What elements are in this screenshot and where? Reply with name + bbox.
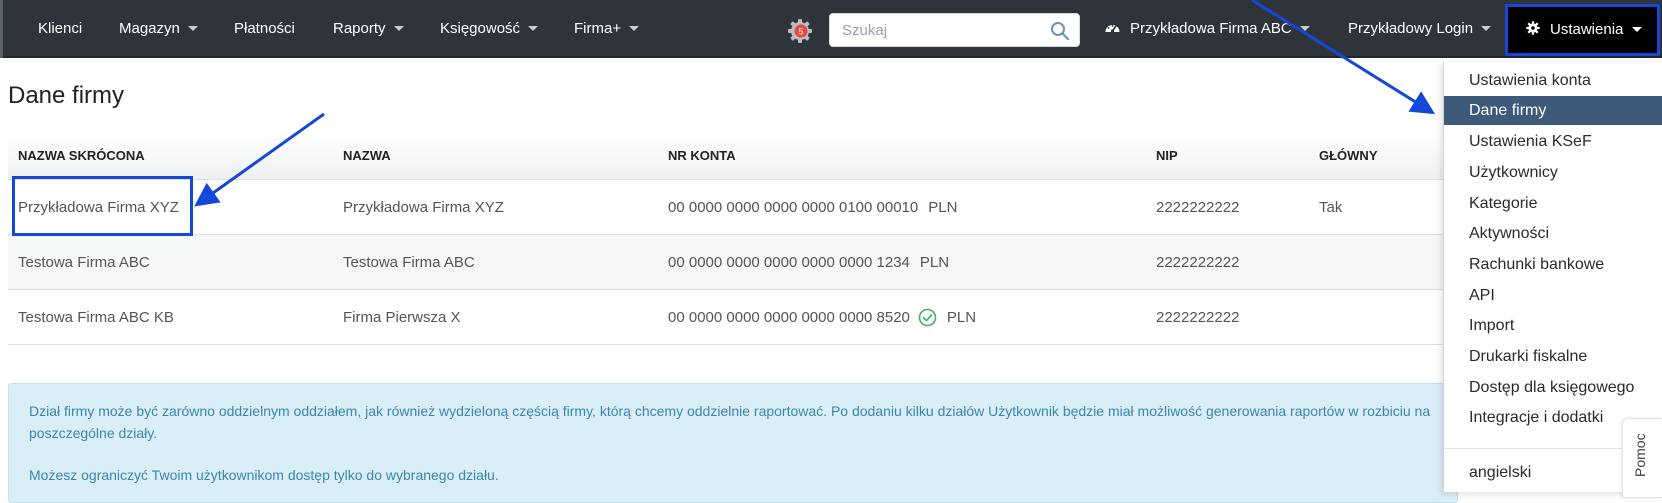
company-label: Przykładowa Firma ABC	[1130, 20, 1292, 37]
menu-item-categories[interactable]: Kategorie	[1444, 189, 1662, 218]
table-header: NAZWA SKRÓCONA NAZWA NR KONTA NIP GŁÓWNY	[8, 132, 1448, 180]
notification-count: 5	[798, 27, 803, 37]
column-header-short-name: NAZWA SKRÓCONA	[18, 148, 145, 163]
chevron-down-icon	[1632, 26, 1643, 32]
nav-item-raporty[interactable]: Raporty	[333, 0, 404, 58]
annotation-highlight-box	[12, 176, 193, 236]
menu-item-users[interactable]: Użytkownicy	[1444, 158, 1662, 187]
cell-nip: 2222222222	[1156, 199, 1240, 216]
notification-gear-icon: 5	[788, 19, 812, 43]
account-number: 00 0000 0000 0000 0000 0100 00010	[668, 199, 919, 216]
cell-short-name: Testowa Firma ABC KB	[18, 309, 174, 326]
cell-name: Testowa Firma ABC	[343, 254, 475, 271]
company-table: NAZWA SKRÓCONA NAZWA NR KONTA NIP GŁÓWNY…	[8, 132, 1448, 345]
company-switcher[interactable]: Przykładowa Firma ABC	[1104, 0, 1310, 58]
menu-item-activities[interactable]: Aktywności	[1444, 219, 1662, 248]
table-row[interactable]: Przykładowa Firma XYZ Przykładowa Firma …	[8, 180, 1448, 235]
currency: PLN	[928, 199, 958, 216]
nav-item-klienci[interactable]: Klienci	[38, 0, 82, 58]
cell-account: 00 0000 0000 0000 0000 0000 8520 PLN	[668, 290, 976, 345]
table-row[interactable]: Testowa Firma ABC Testowa Firma ABC 00 0…	[8, 235, 1448, 290]
cell-short-name: Testowa Firma ABC	[18, 254, 150, 271]
settings-button[interactable]: Ustawienia	[1505, 4, 1660, 56]
cell-name: Przykładowa Firma XYZ	[343, 199, 504, 216]
page-title: Dane firmy	[8, 82, 125, 109]
chevron-down-icon	[629, 25, 640, 31]
account-number: 00 0000 0000 0000 0000 0000 1234	[668, 254, 910, 271]
verified-check-icon	[918, 308, 937, 326]
info-paragraph: Dział firmy może być zarówno oddzielnym …	[29, 403, 1431, 441]
nav-item-label: Płatności	[234, 20, 295, 37]
info-alert: Dział firmy może być zarówno oddzielnym …	[8, 383, 1458, 503]
help-tab-label: Pomoc	[1632, 433, 1648, 477]
search-input[interactable]	[830, 14, 1040, 46]
cell-main: Tak	[1319, 199, 1343, 216]
help-tab[interactable]: Pomoc	[1622, 418, 1662, 498]
nav-item-label: Klienci	[38, 20, 83, 37]
menu-item-api[interactable]: API	[1444, 281, 1662, 310]
nav-item-magazyn[interactable]: Magazyn	[119, 0, 198, 58]
info-paragraph: Możesz ograniczyć Twoim użytkownikom dos…	[29, 467, 499, 483]
top-navbar: Klienci Magazyn Płatności Raporty Księgo…	[0, 0, 1662, 58]
menu-item-import[interactable]: Import	[1444, 311, 1662, 340]
login-label: Przykładowy Login	[1348, 20, 1474, 37]
currency: PLN	[946, 309, 977, 326]
nav-item-label: Magazyn	[119, 20, 180, 37]
cell-name: Firma Pierwsza X	[343, 309, 461, 326]
chevron-down-icon	[1481, 25, 1492, 31]
gear-icon	[1526, 21, 1540, 35]
menu-item-fiscal-printers[interactable]: Drukarki fiskalne	[1444, 342, 1662, 371]
navbar-left-edge	[0, 0, 3, 58]
dashboard-gauge-icon	[1105, 25, 1120, 33]
chevron-down-icon	[528, 25, 539, 31]
account-number: 00 0000 0000 0000 0000 0000 8520	[668, 309, 910, 326]
menu-item-company-data[interactable]: Dane firmy	[1444, 96, 1662, 125]
chevron-down-icon	[1299, 25, 1310, 31]
nav-item-label: Raporty	[333, 20, 386, 37]
nav-item-platnosci[interactable]: Płatności	[234, 0, 295, 58]
currency: PLN	[919, 254, 950, 271]
column-header-main: GŁÓWNY	[1319, 148, 1378, 163]
search-icon[interactable]	[1050, 21, 1070, 41]
cell-nip: 2222222222	[1156, 309, 1240, 326]
nav-item-ksiegowosc[interactable]: Księgowość	[440, 0, 539, 58]
menu-item-accountant-access[interactable]: Dostęp dla księgowego	[1444, 373, 1662, 402]
column-header-nip: NIP	[1156, 148, 1178, 163]
menu-item-bank-accounts[interactable]: Rachunki bankowe	[1444, 250, 1662, 279]
cell-account: 00 0000 0000 0000 0000 0000 1234 PLN	[668, 235, 949, 290]
menu-item-ksef-settings[interactable]: Ustawienia KSeF	[1444, 127, 1662, 156]
chevron-down-icon	[393, 25, 404, 31]
search-box	[829, 13, 1080, 47]
cell-account: 00 0000 0000 0000 0000 0100 00010 PLN	[668, 180, 957, 235]
column-header-account: NR KONTA	[668, 148, 736, 163]
settings-label: Ustawienia	[1550, 21, 1624, 38]
nav-item-label: Firma+	[574, 20, 622, 37]
user-menu[interactable]: Przykładowy Login	[1348, 0, 1492, 58]
column-header-name: NAZWA	[343, 148, 391, 163]
nav-item-label: Księgowość	[440, 20, 521, 37]
notifications-button[interactable]: 5	[787, 18, 813, 44]
cell-nip: 2222222222	[1156, 254, 1240, 271]
nav-item-firma-plus[interactable]: Firma+	[574, 0, 640, 58]
menu-item-account-settings[interactable]: Ustawienia konta	[1444, 66, 1662, 95]
chevron-down-icon	[187, 25, 198, 31]
table-row[interactable]: Testowa Firma ABC KB Firma Pierwsza X 00…	[8, 290, 1448, 345]
